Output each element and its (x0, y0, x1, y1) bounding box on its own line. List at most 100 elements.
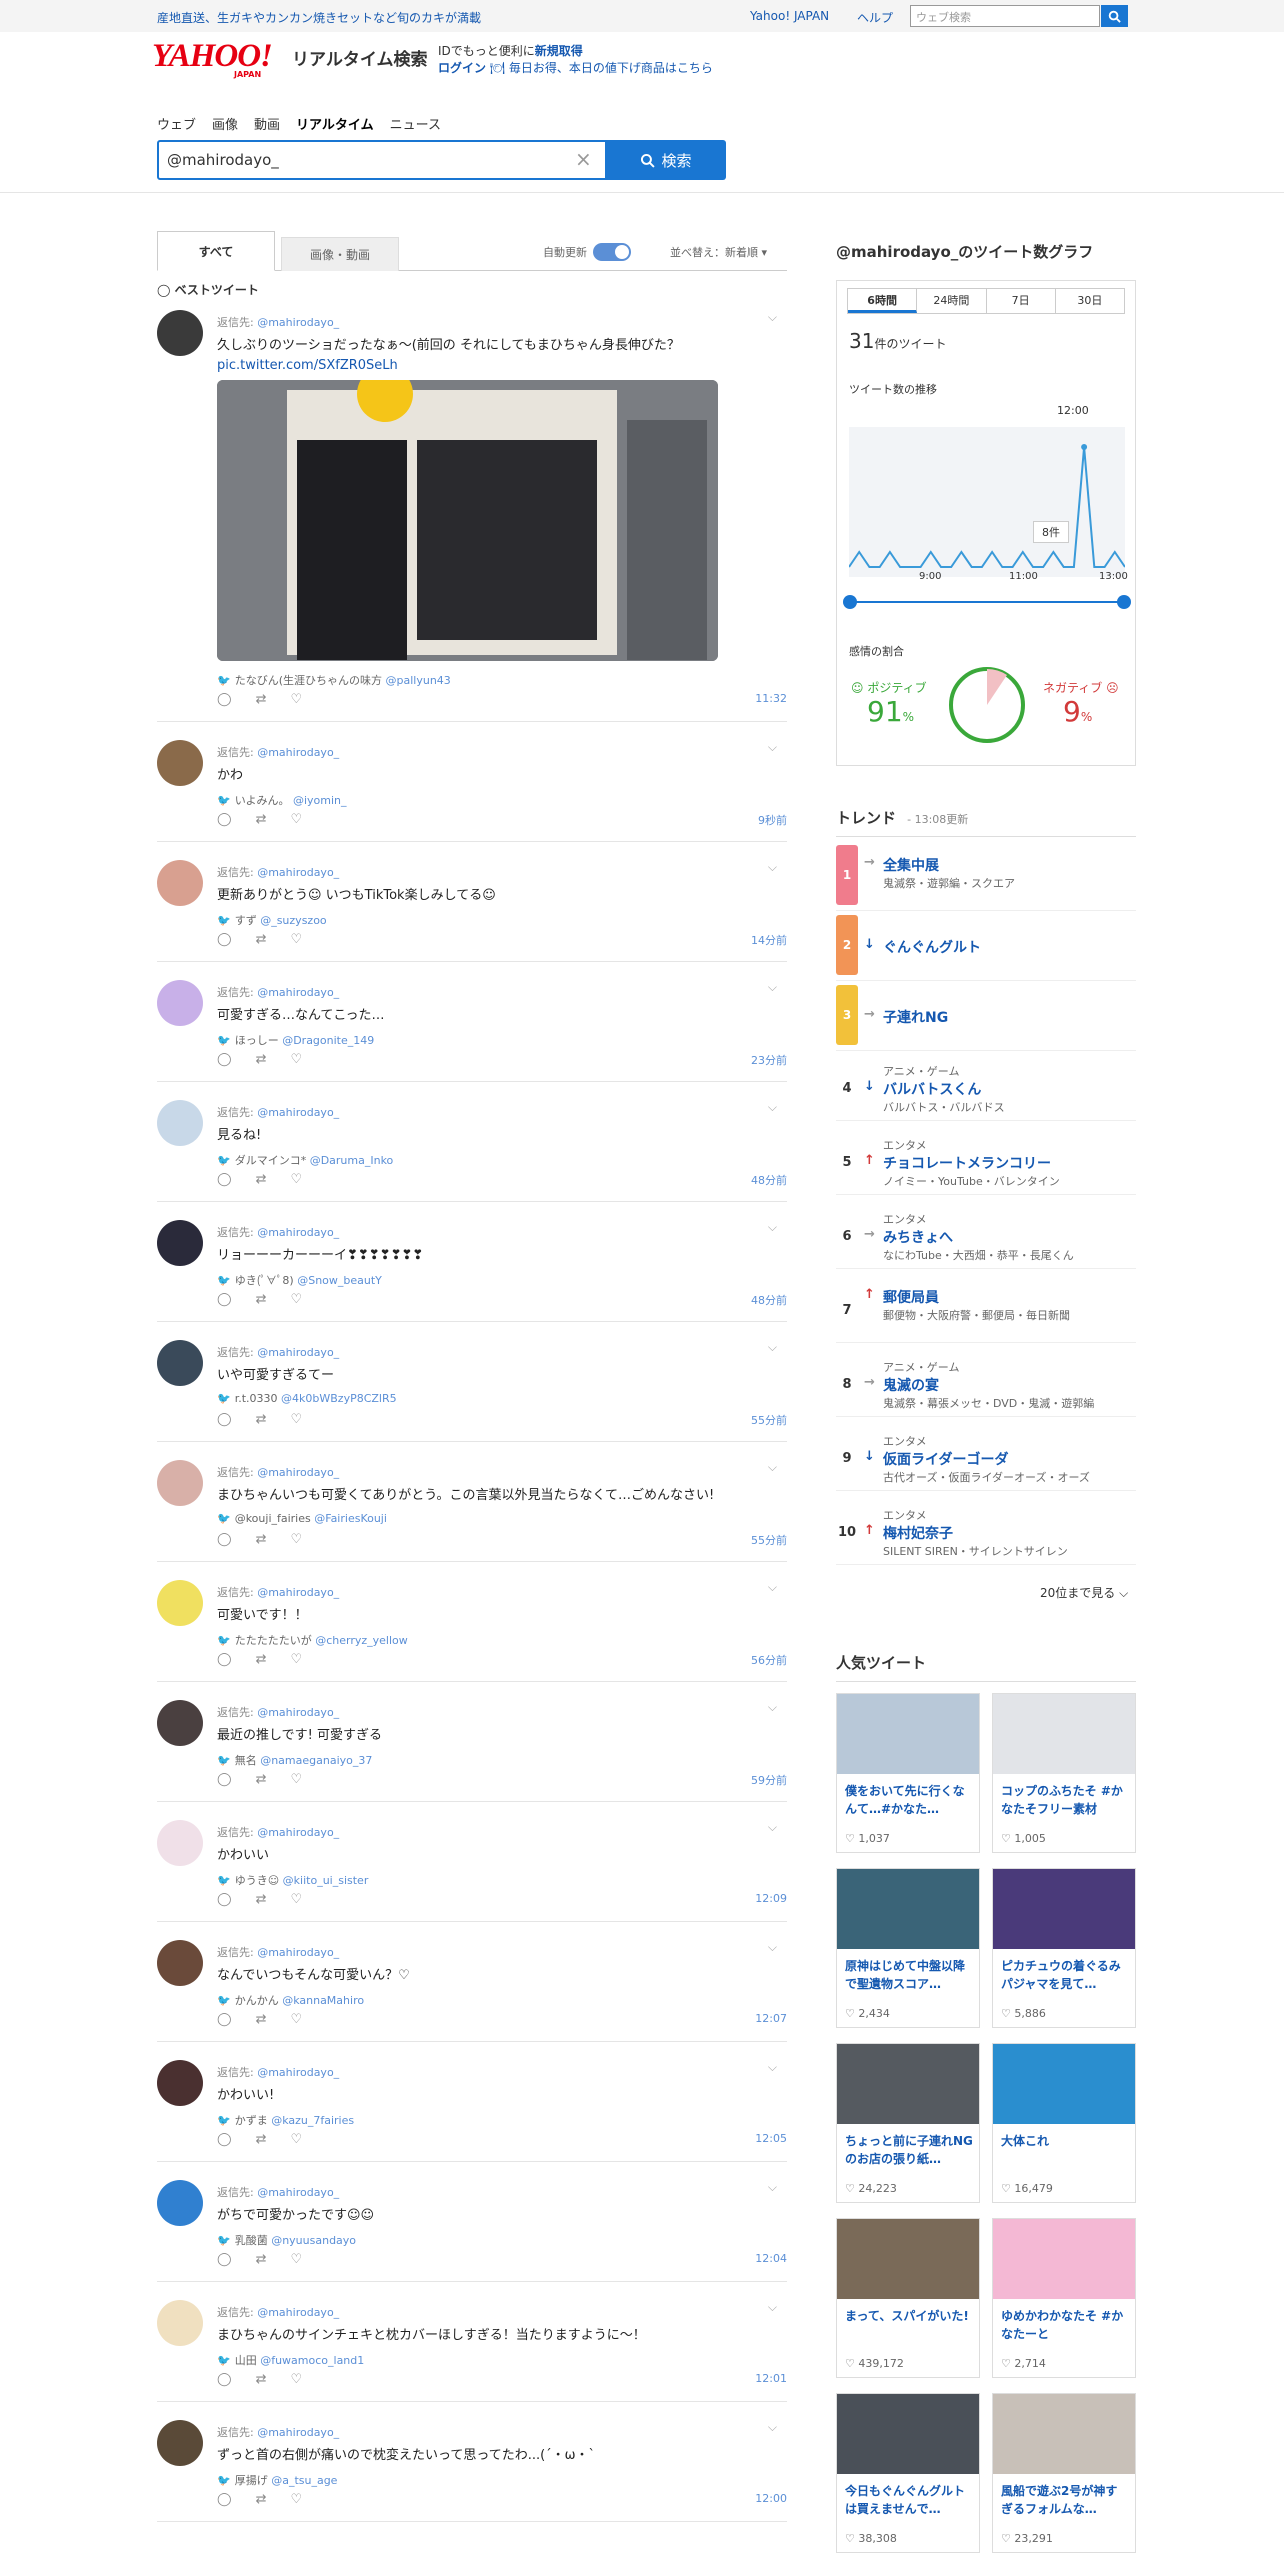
reply-to-link[interactable]: @mahirodayo_ (257, 316, 339, 329)
trend-name[interactable]: 仮面ライダーゴーダ (883, 1449, 1008, 1469)
trend-item[interactable]: 4 ↓ アニメ・ゲーム バルバトスくん バルバトス・バルバドス (836, 1055, 1136, 1121)
chevron-down-icon[interactable]: ⌵ (768, 1580, 777, 1595)
like-icon[interactable]: ♡ (290, 1772, 302, 1787)
avatar[interactable] (157, 1580, 203, 1626)
graph-tab[interactable]: 24時間 (917, 289, 987, 313)
trend-name[interactable]: 郵便局員 (883, 1287, 939, 1307)
trend-item[interactable]: 7 ↑ 郵便局員 郵便物・大阪府警・郵便局・毎日新聞 (836, 1277, 1136, 1343)
popular-tweet-text[interactable]: 今日もぐんぐんグルトは買えませんで… (845, 2482, 973, 2518)
reply-icon[interactable]: ◯ (217, 1412, 232, 1427)
author-handle[interactable]: @pallyun43 (386, 674, 451, 687)
range-handle-right[interactable] (1117, 595, 1131, 609)
chevron-down-icon[interactable]: ⌵ (768, 860, 777, 875)
avatar[interactable] (157, 980, 203, 1026)
reply-icon[interactable]: ◯ (217, 1652, 232, 1667)
tweet-time[interactable]: 55分前 (751, 1532, 787, 1548)
trend-name[interactable]: 子連れNG (883, 1007, 948, 1027)
chevron-down-icon[interactable]: ⌵ (768, 1700, 777, 1715)
trend-name[interactable]: チョコレートメランコリー (883, 1153, 1051, 1173)
help-link[interactable]: ヘルプ (857, 9, 893, 26)
retweet-icon[interactable]: ⇄ (256, 1052, 267, 1067)
retweet-icon[interactable]: ⇄ (256, 692, 267, 707)
popular-tweet-text[interactable]: ゆめかわかなたそ #かなたーと (1001, 2307, 1129, 2343)
like-icon[interactable]: ♡ (290, 1532, 302, 1547)
author-name[interactable]: かんかん (235, 1994, 279, 2007)
like-icon[interactable]: ♡ (290, 932, 302, 947)
avatar[interactable] (157, 1820, 203, 1866)
retweet-icon[interactable]: ⇄ (256, 2492, 267, 2507)
chevron-down-icon[interactable]: ⌵ (768, 2180, 777, 2195)
popular-tweet-text[interactable]: 大体これ (1001, 2132, 1129, 2150)
trend-name[interactable]: 鬼滅の宴 (883, 1375, 939, 1395)
retweet-icon[interactable]: ⇄ (256, 2252, 267, 2267)
yahoo-logo[interactable]: YAHOO! JAPAN (152, 40, 286, 80)
author-handle[interactable]: @Snow_beautY (297, 1274, 382, 1287)
chevron-down-icon[interactable]: ⌵ (768, 980, 777, 995)
reply-icon[interactable]: ◯ (217, 2012, 232, 2027)
avatar[interactable] (157, 2180, 203, 2226)
tweet-time[interactable]: 12:04 (755, 2252, 787, 2265)
retweet-icon[interactable]: ⇄ (256, 1172, 267, 1187)
like-icon[interactable]: ♡ (290, 2132, 302, 2147)
reply-icon[interactable]: ◯ (217, 2132, 232, 2147)
reply-to-link[interactable]: @mahirodayo_ (257, 1826, 339, 1839)
tweet-time[interactable]: 14分前 (751, 932, 787, 948)
tweet-time[interactable]: 48分前 (751, 1292, 787, 1308)
avatar[interactable] (157, 2060, 203, 2106)
tab-all[interactable]: すべて (157, 231, 275, 271)
popular-tweet-card[interactable]: 風船で遊ぶ2号が神すぎるフォルムな… ♡ 23,291 (992, 2393, 1136, 2553)
retweet-icon[interactable]: ⇄ (256, 1292, 267, 1307)
retweet-icon[interactable]: ⇄ (256, 2372, 267, 2387)
nav-2[interactable]: 動画 (254, 114, 280, 133)
chevron-down-icon[interactable]: ⌵ (768, 1100, 777, 1115)
reply-to-link[interactable]: @mahirodayo_ (257, 986, 339, 999)
author-handle[interactable]: @iyomin_ (293, 794, 347, 807)
popular-tweet-card[interactable]: 僕をおいて先に行くなんて…#かなた… ♡ 1,037 (836, 1693, 980, 1853)
reply-to-link[interactable]: @mahirodayo_ (257, 1466, 339, 1479)
popular-tweet-card[interactable]: 原神はじめて中盤以降で聖遺物スコア… ♡ 2,434 (836, 1868, 980, 2028)
trend-name[interactable]: バルバトスくん (883, 1079, 981, 1099)
web-search-input[interactable]: ウェブ検索 (910, 5, 1100, 27)
like-icon[interactable]: ♡ (290, 1412, 302, 1427)
tweet-time[interactable]: 11:32 (755, 692, 787, 705)
author-name[interactable]: たなびん(生涯ひちゃんの味方 (235, 674, 382, 687)
trend-name[interactable]: ぐんぐんグルト (883, 937, 981, 957)
reply-to-link[interactable]: @mahirodayo_ (257, 1226, 339, 1239)
retweet-icon[interactable]: ⇄ (256, 2012, 267, 2027)
avatar[interactable] (157, 740, 203, 786)
author-name[interactable]: たたたたたいが (235, 1634, 312, 1647)
reply-icon[interactable]: ◯ (217, 1532, 232, 1547)
reply-to-link[interactable]: @mahirodayo_ (257, 2306, 339, 2319)
chevron-down-icon[interactable]: ⌵ (768, 2300, 777, 2315)
avatar[interactable] (157, 1100, 203, 1146)
author-handle[interactable]: @fuwamoco_land1 (260, 2354, 364, 2367)
trend-item[interactable]: 3 → 子連れNG (836, 985, 1136, 1051)
signup-link[interactable]: 新規取得 (535, 44, 583, 58)
chevron-down-icon[interactable]: ⌵ (768, 310, 777, 325)
author-handle[interactable]: @_suzyszoo (260, 914, 326, 927)
retweet-icon[interactable]: ⇄ (256, 1892, 267, 1907)
chevron-down-icon[interactable]: ⌵ (768, 2060, 777, 2075)
reply-icon[interactable]: ◯ (217, 1052, 232, 1067)
author-handle[interactable]: @Daruma_Inko (310, 1154, 394, 1167)
graph-tab[interactable]: 30日 (1056, 289, 1124, 313)
tweet-time[interactable]: 12:07 (755, 2012, 787, 2025)
author-handle[interactable]: @nyuusandayo (271, 2234, 356, 2247)
popular-tweet-card[interactable]: まって、スパイがいた! ♡ 439,172 (836, 2218, 980, 2378)
promo-link[interactable]: 産地直送、生ガキやカンカン焼きセットなど旬のカキが満載 (157, 9, 481, 26)
author-name[interactable]: ゆき(ﾟ∀ﾟ8) (235, 1274, 294, 1287)
like-icon[interactable]: ♡ (290, 1892, 302, 1907)
sort-select[interactable]: 並べ替え：新着順 ▾ (670, 244, 767, 260)
reply-icon[interactable]: ◯ (217, 1292, 232, 1307)
tweet-time[interactable]: 55分前 (751, 1412, 787, 1428)
author-handle[interactable]: @a_tsu_age (271, 2474, 337, 2487)
reply-to-link[interactable]: @mahirodayo_ (257, 2186, 339, 2199)
nav-4[interactable]: ニュース (390, 114, 441, 133)
author-handle[interactable]: @Dragonite_149 (282, 1034, 374, 1047)
trend-item[interactable]: 2 ↓ ぐんぐんグルト (836, 915, 1136, 981)
author-handle[interactable]: @namaeganaiyo_37 (260, 1754, 372, 1767)
graph-tab[interactable]: 7日 (987, 289, 1056, 313)
author-name[interactable]: 無名 (235, 1754, 257, 1767)
author-handle[interactable]: @kazu_7fairies (271, 2114, 354, 2127)
tweet-time[interactable]: 12:00 (755, 2492, 787, 2505)
